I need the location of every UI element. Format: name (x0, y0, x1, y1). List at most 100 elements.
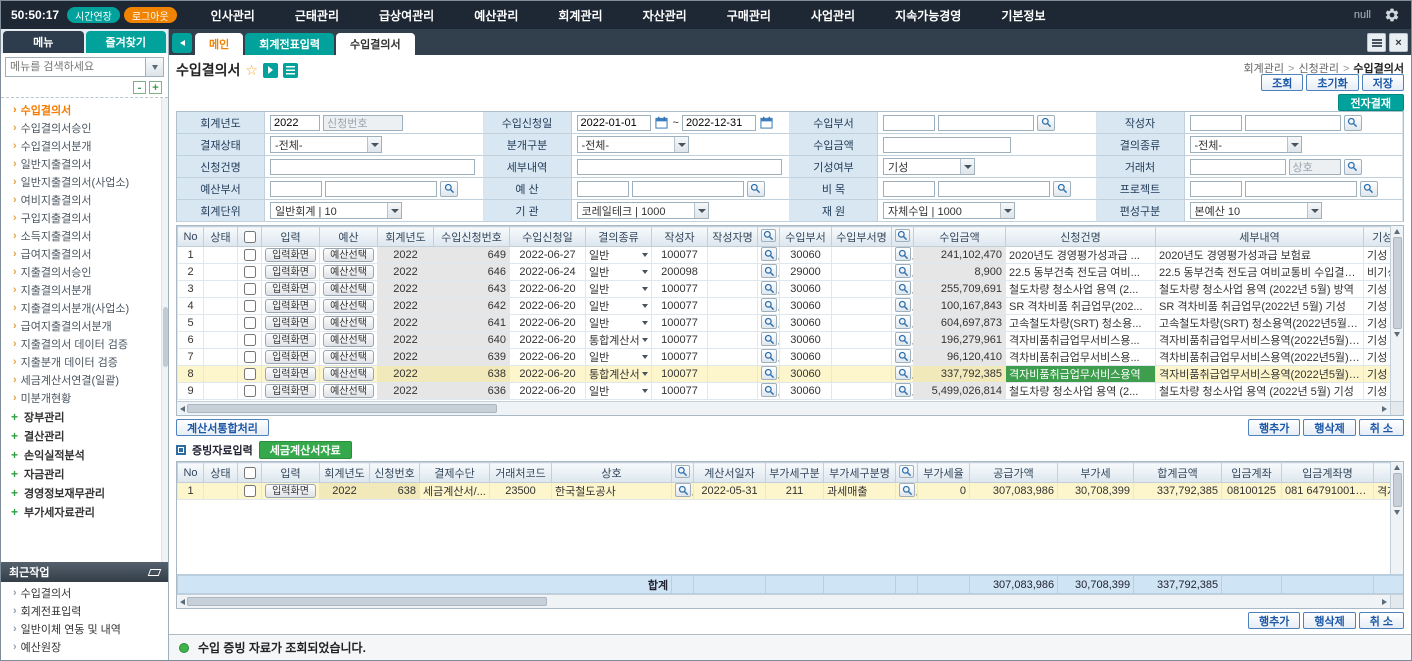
search-icon[interactable] (1344, 159, 1362, 175)
filter-input[interactable] (577, 115, 651, 131)
sidebar-scrollbar[interactable] (161, 98, 168, 562)
row-checkbox[interactable] (244, 317, 256, 329)
filter-input[interactable] (883, 115, 935, 131)
grid1-row[interactable]: 8입력화면예산선택20226382022-06-20통합계산서100077300… (178, 366, 1391, 383)
budget-select-button[interactable]: 예산선택 (323, 367, 374, 381)
topbar-menu[interactable]: 근태관리 (295, 7, 339, 24)
horizontal-scrollbar[interactable] (177, 402, 1390, 415)
popup-icon[interactable] (263, 63, 278, 78)
budget-select-button[interactable]: 예산선택 (323, 265, 374, 279)
input-screen-button[interactable]: 입력화면 (265, 350, 316, 364)
e-approval-button[interactable]: 전자결재 (1338, 94, 1404, 111)
decision-type-select[interactable]: 일반 (589, 281, 648, 297)
decision-type-select[interactable]: 일반 (589, 383, 648, 399)
search-icon[interactable] (440, 181, 458, 197)
add-row-button[interactable]: 행추가 (1248, 612, 1300, 629)
search-icon[interactable] (761, 383, 777, 397)
topbar-menu[interactable]: 사업관리 (811, 7, 855, 24)
budget-select-button[interactable]: 예산선택 (323, 282, 374, 296)
tab-list-icon[interactable] (1367, 33, 1386, 52)
sidebar-group[interactable]: +경영정보재무관리 (1, 483, 168, 502)
list-icon[interactable] (283, 63, 298, 78)
sidebar-item[interactable]: ›미분개현황 (1, 389, 168, 407)
topbar-menu[interactable]: 급상여관리 (379, 7, 434, 24)
budget-select-button[interactable]: 예산선택 (323, 299, 374, 313)
filter-select[interactable]: 자체수입 | 1000 (883, 202, 1015, 219)
sidebar-tab-favorites[interactable]: 즐겨찾기 (86, 31, 167, 53)
giseong-select[interactable]: 기성 (1367, 315, 1390, 331)
input-screen-button[interactable]: 입력화면 (265, 248, 316, 262)
input-screen-button[interactable]: 입력화면 (265, 384, 316, 398)
sidebar-item[interactable]: ›지출결의서분개(사업소) (1, 299, 168, 317)
grid2-row[interactable]: 1입력화면2022638세금계산서/...23500한국철도공사2022-05-… (178, 483, 1391, 500)
filter-input[interactable] (270, 115, 320, 131)
filter-input[interactable] (270, 181, 322, 197)
grid1-row[interactable]: 9입력화면예산선택20226362022-06-20일반100077300605… (178, 383, 1391, 400)
filter-input[interactable] (1190, 181, 1242, 197)
topbar-menu[interactable]: 자산관리 (643, 7, 687, 24)
sidebar-item[interactable]: ›여비지출결의서 (1, 191, 168, 209)
delete-row-button[interactable]: 행삭제 (1303, 419, 1355, 436)
sidebar-item[interactable]: ›세금계산서연결(일괄) (1, 371, 168, 389)
extend-time-button[interactable]: 시간연장 (67, 7, 120, 23)
input-screen-button[interactable]: 입력화면 (265, 333, 316, 347)
filter-input[interactable] (682, 115, 756, 131)
grid1-row[interactable]: 7입력화면예산선택20226392022-06-20일반100077300609… (178, 349, 1391, 366)
save-button[interactable]: 저장 (1362, 74, 1404, 91)
gear-icon[interactable] (1383, 6, 1401, 24)
row-checkbox[interactable] (244, 283, 256, 295)
search-button[interactable]: 조회 (1261, 74, 1303, 91)
sidebar-item[interactable]: ›급여지출결의서 (1, 245, 168, 263)
search-icon[interactable] (895, 349, 911, 363)
grid1-row[interactable]: 2입력화면예산선택20226462022-06-24일반200098290008… (178, 264, 1391, 281)
search-icon[interactable] (761, 332, 777, 346)
sidebar-item[interactable]: ›지출결의서분개 (1, 281, 168, 299)
search-icon[interactable] (761, 264, 777, 278)
favorite-star-icon[interactable]: ☆ (245, 62, 258, 79)
filter-input[interactable] (883, 137, 1011, 153)
recent-item[interactable]: ›일반이체 연동 및 내역 (1, 620, 168, 638)
input-screen-button[interactable]: 입력화면 (265, 367, 316, 381)
search-icon[interactable] (761, 281, 777, 295)
menu-search-input[interactable] (5, 57, 146, 77)
recent-item[interactable]: ›수입결의서 (1, 584, 168, 602)
scrollbar-thumb[interactable] (187, 404, 497, 413)
tab-회계전표입력[interactable]: 회계전표입력 (245, 33, 334, 55)
tab-scroll-left-icon[interactable] (172, 33, 192, 53)
filter-input[interactable] (270, 159, 475, 175)
vertical-scrollbar[interactable] (1390, 226, 1403, 401)
sidebar-item[interactable]: ›지출분개 데이터 검증 (1, 353, 168, 371)
budget-select-button[interactable]: 예산선택 (323, 248, 374, 262)
decision-type-select[interactable]: 일반 (589, 349, 648, 365)
sidebar-group[interactable]: +자금관리 (1, 464, 168, 483)
filter-input[interactable] (323, 115, 403, 131)
cancel-button[interactable]: 취 소 (1359, 612, 1404, 629)
row-checkbox[interactable] (244, 368, 256, 380)
sidebar-item[interactable]: ›수입결의서승인 (1, 119, 168, 137)
filter-input[interactable] (938, 115, 1034, 131)
decision-type-select[interactable]: 통합계산서 (589, 366, 648, 382)
cancel-button[interactable]: 취 소 (1359, 419, 1404, 436)
calendar-icon[interactable] (759, 115, 775, 130)
scrollbar-thumb[interactable] (1393, 473, 1402, 507)
grid1-row[interactable]: 4입력화면예산선택20226422022-06-20일반100077300601… (178, 298, 1391, 315)
grid1-row[interactable]: 1입력화면예산선택20226492022-06-27일반100077300602… (178, 247, 1391, 264)
decision-type-select[interactable]: 일반 (589, 264, 648, 280)
filter-input[interactable] (1190, 115, 1242, 131)
search-icon[interactable] (761, 247, 777, 261)
filter-select[interactable]: 코레일테크 | 1000 (577, 202, 709, 219)
filter-select[interactable]: 기성 (883, 158, 975, 175)
tab-메인[interactable]: 메인 (195, 33, 243, 55)
budget-select-button[interactable]: 예산선택 (323, 384, 374, 398)
filter-input[interactable] (938, 181, 1050, 197)
select-all-checkbox[interactable] (244, 231, 256, 243)
row-checkbox[interactable] (244, 351, 256, 363)
filter-input[interactable] (1245, 181, 1357, 197)
filter-select[interactable]: -전체- (577, 136, 689, 153)
filter-select[interactable]: -전체- (1190, 136, 1302, 153)
expand-all-button[interactable]: + (149, 81, 162, 94)
decision-type-select[interactable]: 일반 (589, 298, 648, 314)
search-icon[interactable] (895, 264, 911, 278)
logout-button[interactable]: 로그아웃 (124, 7, 177, 23)
giseong-select[interactable]: 기성 (1367, 247, 1390, 263)
